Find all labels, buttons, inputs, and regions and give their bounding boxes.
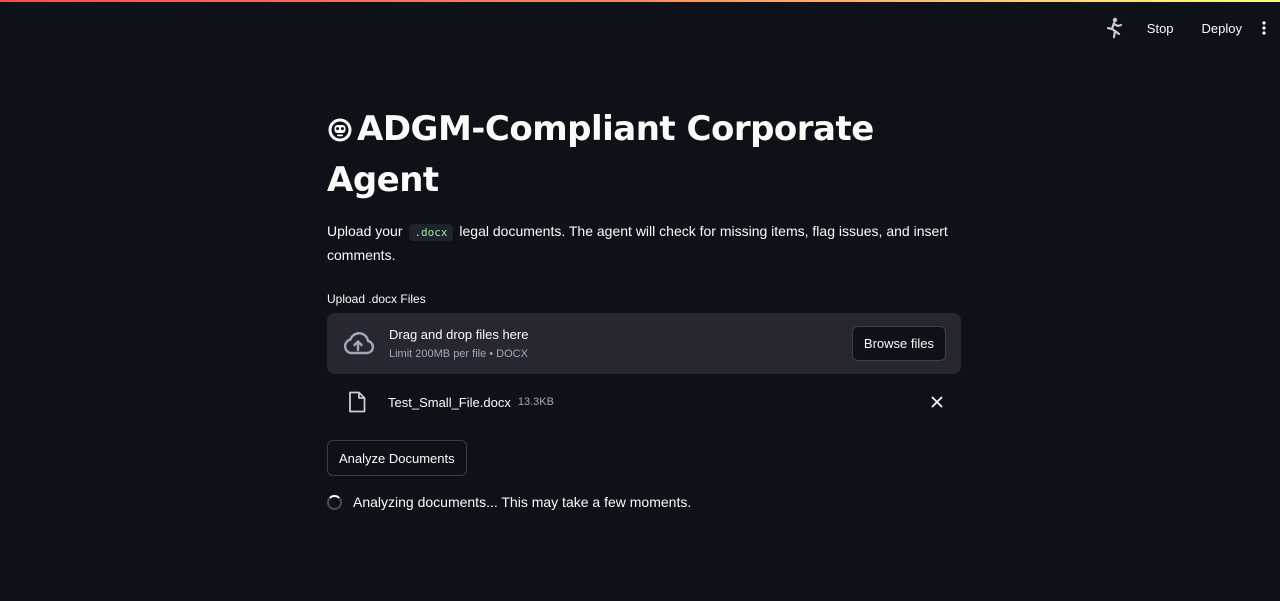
- docx-code: .docx: [409, 224, 453, 241]
- page-description: Upload your .docx legal documents. The a…: [327, 220, 961, 267]
- main-content: ADGM-Compliant Corporate Agent Upload yo…: [327, 105, 961, 510]
- robot-face-icon: [327, 108, 353, 156]
- running-man-icon: [1103, 16, 1125, 40]
- remove-file-icon[interactable]: [929, 394, 945, 410]
- file-dropzone[interactable]: Drag and drop files here Limit 200MB per…: [327, 313, 961, 374]
- uploaded-file-name: Test_Small_File.docx: [388, 394, 511, 410]
- uploader-label: Upload .docx Files: [327, 292, 426, 306]
- deploy-button[interactable]: Deploy: [1196, 17, 1248, 40]
- file-icon: [347, 390, 367, 414]
- dropzone-title: Drag and drop files here: [389, 327, 529, 342]
- uploaded-file-size: 13.3KB: [517, 396, 554, 408]
- uploaded-file-row: Test_Small_File.docx 13.3KB: [327, 384, 961, 420]
- analyze-documents-button[interactable]: Analyze Documents: [327, 440, 467, 476]
- page-title-text: ADGM-Compliant Corporate Agent: [327, 109, 874, 200]
- spinner-icon: [327, 494, 342, 510]
- app-toolbar: Stop Deploy: [1103, 14, 1272, 42]
- cloud-upload-icon: [341, 329, 375, 359]
- browse-files-button[interactable]: Browse files: [851, 326, 946, 361]
- description-before: Upload your: [327, 223, 403, 239]
- page-title: ADGM-Compliant Corporate Agent: [327, 105, 961, 204]
- top-decoration-bar: [0, 0, 1280, 2]
- status-text: Analyzing documents... This may take a f…: [353, 494, 692, 510]
- kebab-menu-icon[interactable]: [1256, 16, 1272, 40]
- stop-button[interactable]: Stop: [1141, 17, 1180, 40]
- dropzone-hint: Limit 200MB per file • DOCX: [389, 348, 528, 360]
- status-row: Analyzing documents... This may take a f…: [327, 494, 961, 510]
